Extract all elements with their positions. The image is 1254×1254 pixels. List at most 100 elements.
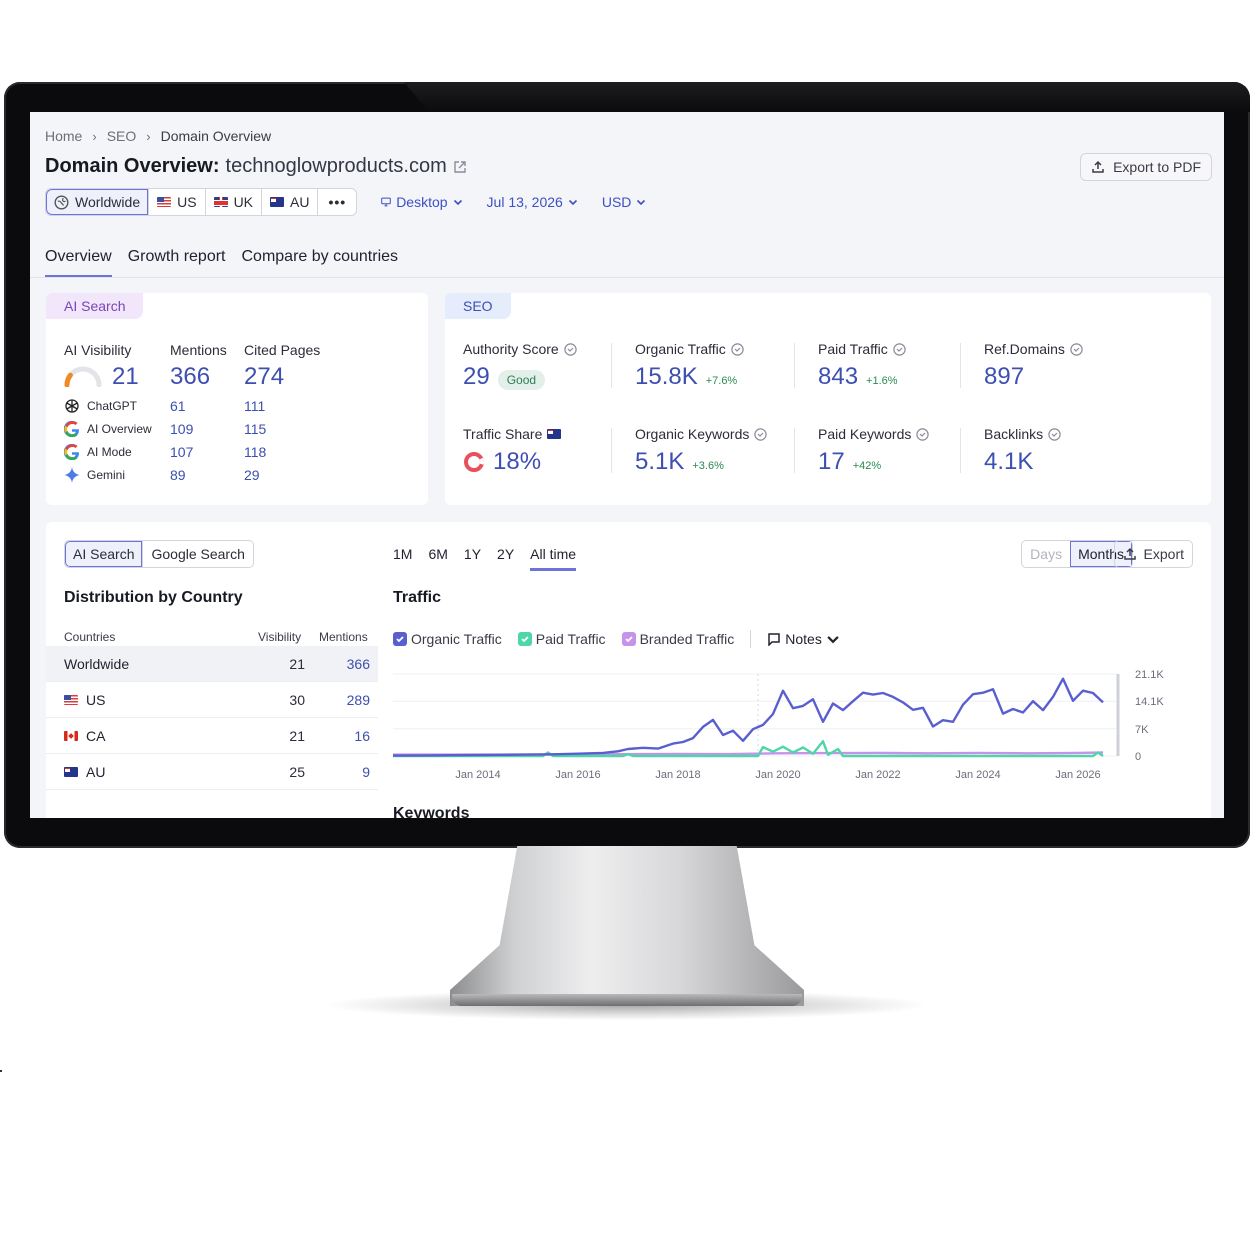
ai-row-chatgpt[interactable]: ChatGPT bbox=[64, 398, 264, 414]
database-au-label: AU bbox=[290, 194, 310, 210]
tab-growth-report[interactable]: Growth report bbox=[128, 248, 226, 278]
ai-mode-cited[interactable]: 118 bbox=[244, 444, 266, 460]
ai-search-card: AI Search AI Visibility Mentions Cited P… bbox=[46, 293, 428, 505]
traffic-title: Traffic bbox=[393, 589, 442, 606]
ai-mode-mentions[interactable]: 107 bbox=[170, 444, 193, 460]
x-tick-label: Jan 2016 bbox=[555, 769, 600, 781]
traffic-share-donut bbox=[464, 452, 484, 472]
ai-row-ai-mode[interactable]: AI Mode bbox=[64, 444, 264, 460]
external-link-icon[interactable] bbox=[453, 160, 467, 174]
paid-traffic-value[interactable]: 843 bbox=[818, 363, 858, 391]
seo-pill: SEO bbox=[445, 293, 511, 319]
x-tick-label: Jan 2020 bbox=[755, 769, 800, 781]
period-1y[interactable]: 1Y bbox=[464, 546, 481, 571]
chatgpt-cited[interactable]: 111 bbox=[244, 398, 265, 414]
table-row[interactable]: Worldwide 21 366 bbox=[46, 646, 378, 682]
toggle-ai-search[interactable]: AI Search bbox=[65, 541, 143, 567]
mentions-header: Mentions bbox=[170, 342, 227, 358]
table-row[interactable]: US 30 289 bbox=[46, 682, 378, 718]
mentions-column-header: Mentions bbox=[319, 630, 368, 644]
breadcrumb-seo[interactable]: SEO bbox=[107, 128, 137, 144]
distribution-title: Distribution by Country bbox=[64, 589, 243, 606]
export-pdf-button[interactable]: Export to PDF bbox=[1080, 153, 1212, 181]
country-mentions[interactable]: 9 bbox=[362, 764, 370, 780]
tab-compare-by-countries[interactable]: Compare by countries bbox=[242, 248, 399, 278]
country-visibility: 30 bbox=[289, 692, 305, 708]
legend-organic-traffic[interactable]: Organic Traffic bbox=[393, 631, 502, 647]
country-mentions[interactable]: 289 bbox=[347, 692, 370, 708]
currency-label: USD bbox=[601, 194, 632, 210]
database-worldwide[interactable]: Worldwide bbox=[46, 189, 150, 215]
chatgpt-mentions[interactable]: 61 bbox=[170, 398, 186, 414]
legend-branded-traffic[interactable]: Branded Traffic bbox=[621, 631, 734, 647]
series-line-organic-traffic[interactable] bbox=[393, 677, 1104, 757]
country-name: US bbox=[86, 692, 106, 708]
google-icon bbox=[64, 421, 79, 437]
database-uk[interactable]: UK bbox=[206, 189, 263, 215]
date-dropdown[interactable]: Jul 13, 2026 bbox=[487, 194, 578, 210]
granularity-days[interactable]: Days bbox=[1022, 541, 1070, 567]
gemini-mentions[interactable]: 89 bbox=[170, 467, 186, 483]
breadcrumb-home[interactable]: Home bbox=[45, 128, 82, 144]
chart-export-button[interactable]: Export bbox=[1113, 540, 1193, 568]
notes-dropdown[interactable]: Notes bbox=[767, 631, 840, 647]
period-6m[interactable]: 6M bbox=[428, 546, 447, 571]
traffic-chart[interactable]: 21.1K 14.1K 7K 0 Jan 2014 Jan 2016 Jan 2018 Jan… bbox=[393, 662, 1183, 792]
backlinks-value[interactable]: 4.1K bbox=[984, 448, 1033, 476]
organic-traffic-value[interactable]: 15.8K bbox=[635, 363, 698, 391]
paid-traffic-metric: Paid Traffic 843 +1.6% bbox=[818, 341, 906, 391]
chevron-down-icon bbox=[568, 199, 577, 206]
metric-divider bbox=[960, 343, 961, 388]
info-icon[interactable] bbox=[916, 427, 930, 441]
authority-score-metric: Authority Score 29 Good bbox=[463, 341, 577, 391]
country-mentions[interactable]: 366 bbox=[347, 656, 370, 672]
gemini-cited[interactable]: 29 bbox=[244, 467, 260, 483]
database-us[interactable]: US bbox=[149, 189, 206, 215]
traffic-share-value[interactable]: 18% bbox=[493, 448, 541, 476]
distribution-traffic-card: AI Search Google Search Distribution by … bbox=[46, 522, 1211, 818]
device-dropdown[interactable]: Desktop bbox=[381, 194, 462, 210]
paid-keywords-value[interactable]: 17 bbox=[818, 448, 845, 476]
ai-row-ai-overview[interactable]: AI Overview bbox=[64, 421, 264, 437]
table-row[interactable]: CA 21 16 bbox=[46, 718, 378, 754]
database-worldwide-label: Worldwide bbox=[75, 194, 141, 210]
metric-divider bbox=[794, 343, 795, 388]
ref-domains-value[interactable]: 897 bbox=[984, 363, 1024, 391]
organic-keywords-value[interactable]: 5.1K bbox=[635, 448, 684, 476]
page-title-domain[interactable]: technoglowproducts.com bbox=[226, 155, 447, 178]
info-icon[interactable] bbox=[1048, 427, 1061, 441]
domain-overview-app: Home › SEO › Domain Overview Domain Over… bbox=[30, 112, 1224, 818]
info-icon[interactable] bbox=[564, 342, 577, 356]
country-mentions[interactable]: 16 bbox=[354, 728, 370, 744]
info-icon[interactable] bbox=[754, 427, 768, 441]
database-au[interactable]: AU bbox=[262, 189, 319, 215]
ai-overview-mentions[interactable]: 109 bbox=[170, 421, 193, 437]
legend-paid-traffic[interactable]: Paid Traffic bbox=[517, 631, 606, 647]
period-all-time[interactable]: All time bbox=[530, 546, 577, 571]
period-1m[interactable]: 1M bbox=[393, 546, 412, 571]
info-icon[interactable] bbox=[1070, 342, 1083, 356]
search-type-toggle: AI Search Google Search bbox=[64, 540, 254, 568]
chevron-right-icon: › bbox=[146, 128, 151, 144]
traffic-share-donut-slice bbox=[479, 457, 484, 465]
info-icon[interactable] bbox=[731, 342, 744, 356]
date-label: Jul 13, 2026 bbox=[486, 194, 563, 210]
info-icon[interactable] bbox=[893, 342, 906, 356]
toggle-google-search[interactable]: Google Search bbox=[142, 541, 252, 567]
more-databases-button[interactable]: ••• bbox=[318, 189, 356, 215]
gemini-icon bbox=[64, 467, 80, 483]
table-row[interactable]: AU 25 9 bbox=[46, 754, 378, 790]
currency-dropdown[interactable]: USD bbox=[602, 194, 647, 210]
x-tick-label: Jan 2026 bbox=[1055, 769, 1100, 781]
paid-traffic-label: Paid Traffic bbox=[818, 341, 888, 357]
ai-row-gemini[interactable]: Gemini bbox=[64, 467, 264, 483]
mentions-value: 366 bbox=[170, 363, 211, 390]
ref-domains-metric: Ref.Domains 897 bbox=[984, 341, 1083, 391]
paid-keywords-delta: +42% bbox=[852, 460, 882, 472]
ai-overview-cited[interactable]: 115 bbox=[244, 421, 266, 437]
period-2y[interactable]: 2Y bbox=[497, 546, 514, 571]
tab-overview[interactable]: Overview bbox=[45, 248, 112, 278]
authority-score-value[interactable]: 29 bbox=[463, 363, 490, 391]
paid-keywords-metric: Paid Keywords 17 +42% bbox=[818, 426, 930, 476]
upload-icon bbox=[1092, 160, 1104, 173]
